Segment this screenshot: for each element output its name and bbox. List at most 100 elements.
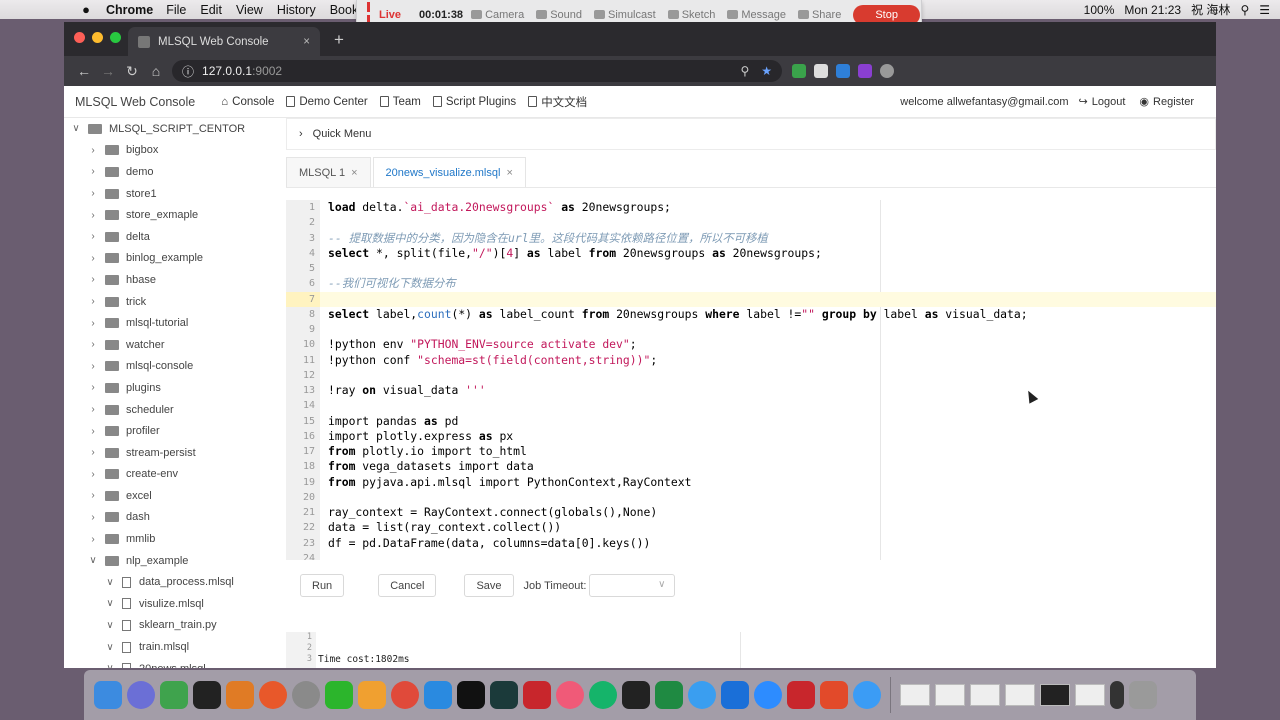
code-line-23[interactable]: df = pd.DataFrame(data, columns=data[0].… xyxy=(320,536,1216,551)
app-brand[interactable]: MLSQL Web Console xyxy=(75,95,195,109)
iterm-icon[interactable] xyxy=(457,681,485,709)
lark-icon[interactable] xyxy=(721,681,749,709)
pdf-reader-icon[interactable] xyxy=(820,681,848,709)
nav-script-plugins[interactable]: Script Plugins xyxy=(432,96,516,108)
tree-folder-scheduler[interactable]: › scheduler xyxy=(64,399,286,421)
tree-file-item[interactable]: ∨ 20news.mlsql xyxy=(64,658,286,668)
code-line-14[interactable] xyxy=(320,398,1216,413)
nav-chinese-docs[interactable]: 中文文档 xyxy=(528,94,587,110)
info-icon[interactable]: ⓘ xyxy=(182,63,194,80)
siri-icon[interactable] xyxy=(127,681,155,709)
wechat-dock-icon[interactable] xyxy=(325,681,353,709)
cancel-button[interactable]: Cancel xyxy=(378,574,437,597)
job-timeout-select[interactable]: ∨ xyxy=(588,574,675,597)
close-tab-icon[interactable]: × xyxy=(351,167,357,179)
simulcast-toggle[interactable]: Simulcast xyxy=(594,9,656,21)
logout-link[interactable]: ↪ Logout xyxy=(1079,95,1126,109)
tree-folder-excel[interactable]: › excel xyxy=(64,485,286,507)
address-bar[interactable]: ⓘ 127.0.0.1:9002 ⚲ ★ xyxy=(172,60,782,82)
code-line-5[interactable] xyxy=(320,261,1216,276)
code-line-2[interactable] xyxy=(320,215,1216,230)
user-name[interactable]: 祝 海林 xyxy=(1191,1,1230,18)
code-line-17[interactable]: from plotly.io import to_html xyxy=(320,444,1216,459)
code-line-1[interactable]: load delta.`ai_data.20newsgroups` as 20n… xyxy=(320,200,1216,215)
home-icon[interactable]: ⌂ xyxy=(144,63,168,79)
menu-list-icon[interactable]: ☰ xyxy=(1259,3,1270,17)
tree-folder-mlsql-console[interactable]: › mlsql-console xyxy=(64,356,286,378)
code-line-18[interactable]: from vega_datasets import data xyxy=(320,459,1216,474)
minimized-window-icon[interactable] xyxy=(1040,684,1070,706)
new-tab-icon[interactable]: + xyxy=(334,30,344,50)
code-line-11[interactable]: !python conf "schema=st(field(content,st… xyxy=(320,353,1216,368)
music-icon[interactable] xyxy=(556,681,584,709)
nav-console[interactable]: ⌂ Console xyxy=(221,96,274,108)
zoom-icon[interactable] xyxy=(754,681,782,709)
battery-status[interactable]: 100% xyxy=(1084,3,1115,17)
finder-icon[interactable] xyxy=(94,681,122,709)
editor-tab-mlsql1[interactable]: MLSQL 1 × xyxy=(286,157,371,187)
forward-icon[interactable]: → xyxy=(96,63,120,79)
minimized-window-icon[interactable] xyxy=(970,684,1000,706)
back-icon[interactable]: ← xyxy=(72,63,96,79)
register-link[interactable]: ◉ Register xyxy=(1139,95,1194,109)
editor-content[interactable]: load delta.`ai_data.20newsgroups` as 20n… xyxy=(320,200,1216,560)
code-line-7[interactable] xyxy=(320,291,1216,307)
youdao-icon[interactable] xyxy=(523,681,551,709)
menu-app-name[interactable]: Chrome xyxy=(106,3,153,17)
tree-folder-stream-persist[interactable]: › stream-persist xyxy=(64,442,286,464)
close-tab-icon[interactable]: × xyxy=(506,167,512,179)
reload-icon[interactable]: ↻ xyxy=(120,63,144,80)
books-icon[interactable] xyxy=(358,681,386,709)
tree-folder-store1[interactable]: › store1 xyxy=(64,183,286,205)
tree-folder-watcher[interactable]: › watcher xyxy=(64,334,286,356)
tree-folder-hbase[interactable]: › hbase xyxy=(64,269,286,291)
evernote-extension-icon[interactable] xyxy=(792,64,806,78)
camera-toggle[interactable]: Camera xyxy=(471,9,524,21)
tree-file-item[interactable]: ∨ train.mlsql xyxy=(64,636,286,658)
code-line-19[interactable]: from pyjava.api.mlsql import PythonConte… xyxy=(320,475,1216,490)
tree-file-item[interactable]: ∨ data_process.mlsql xyxy=(64,571,286,593)
tree-folder-trick[interactable]: › trick xyxy=(64,291,286,313)
code-line-21[interactable]: ray_context = RayContext.connect(globals… xyxy=(320,505,1216,520)
quick-menu[interactable]: › Quick Menu xyxy=(286,118,1216,150)
tree-folder-store_exmaple[interactable]: › store_exmaple xyxy=(64,204,286,226)
tree-folder-dash[interactable]: › dash xyxy=(64,507,286,529)
tree-folder-plugins[interactable]: › plugins xyxy=(64,377,286,399)
output-console[interactable]: 1 2 3 Time cost:1802ms xyxy=(286,632,1216,668)
nav-team[interactable]: Team xyxy=(379,96,421,108)
close-tab-icon[interactable]: × xyxy=(303,36,310,48)
clock[interactable]: Mon 21:23 xyxy=(1124,3,1181,17)
run-button[interactable]: Run xyxy=(300,574,345,597)
minimized-window-icon[interactable] xyxy=(1110,681,1124,709)
chrome-icon[interactable] xyxy=(391,681,419,709)
browser-tab[interactable]: MLSQL Web Console × xyxy=(128,27,320,56)
tree-folder-delta[interactable]: › delta xyxy=(64,226,286,248)
menu-edit[interactable]: Edit xyxy=(200,3,222,17)
close-window-icon[interactable] xyxy=(74,32,85,43)
tree-file-item[interactable]: ∨ sklearn_train.py xyxy=(64,615,286,637)
pdf-extension-icon[interactable] xyxy=(858,64,872,78)
minimized-window-icon[interactable] xyxy=(900,684,930,706)
evernote-icon[interactable] xyxy=(160,681,188,709)
share-toggle[interactable]: Share xyxy=(797,9,841,21)
tree-folder-create-env[interactable]: › create-env xyxy=(64,464,286,486)
minimized-window-icon[interactable] xyxy=(935,684,965,706)
sketch-toggle[interactable]: Sketch xyxy=(667,9,715,21)
code-line-16[interactable]: import plotly.express as px xyxy=(320,429,1216,444)
tree-file-item[interactable]: ∨ visulize.mlsql xyxy=(64,593,286,615)
code-line-22[interactable]: data = list(ray_context.collect()) xyxy=(320,520,1216,535)
tree-folder-mlsql-tutorial[interactable]: › mlsql-tutorial xyxy=(64,312,286,334)
message-toggle[interactable]: Message xyxy=(727,9,786,21)
firefox-icon[interactable] xyxy=(259,681,287,709)
code-line-8[interactable]: select label,count(*) as label_count fro… xyxy=(320,307,1216,322)
tree-folder-profiler[interactable]: › profiler xyxy=(64,420,286,442)
apple-icon[interactable]: ● xyxy=(72,2,100,17)
code-line-10[interactable]: !python env "PYTHON_ENV=source activate … xyxy=(320,337,1216,352)
minimized-window-icon[interactable] xyxy=(1075,684,1105,706)
code-line-13[interactable]: !ray on visual_data ''' xyxy=(320,383,1216,398)
telegram-icon[interactable] xyxy=(853,681,881,709)
trash-icon[interactable] xyxy=(1129,681,1157,709)
code-line-15[interactable]: import pandas as pd xyxy=(320,414,1216,429)
code-line-4[interactable]: select *, split(file,"/")[4] as label fr… xyxy=(320,246,1216,261)
activity-monitor-icon[interactable] xyxy=(490,681,518,709)
